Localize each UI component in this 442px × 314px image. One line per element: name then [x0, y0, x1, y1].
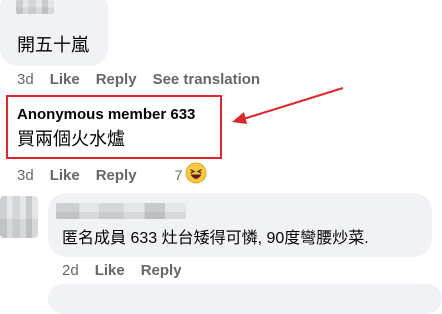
comment-timestamp[interactable]: 3d — [17, 167, 34, 184]
comment-actions: 3d Like Reply 7 — [17, 162, 207, 188]
comment-timestamp[interactable]: 2d — [62, 262, 79, 279]
like-button[interactable]: Like — [50, 167, 80, 184]
comment-actions: 2d Like Reply — [62, 260, 198, 280]
comment-text: 匿名成員 633 灶台矮得可憐, 90度彎腰炒菜. — [62, 230, 369, 247]
blurred-avatar — [0, 196, 38, 238]
next-comment-bubble — [48, 284, 442, 314]
like-button[interactable]: Like — [95, 262, 125, 279]
reply-button[interactable]: Reply — [141, 262, 182, 279]
reaction-count[interactable]: 7 — [175, 167, 183, 183]
reply-button[interactable]: Reply — [96, 167, 137, 184]
haha-emoji-icon[interactable] — [185, 162, 207, 188]
blurred-author-name — [56, 203, 186, 219]
